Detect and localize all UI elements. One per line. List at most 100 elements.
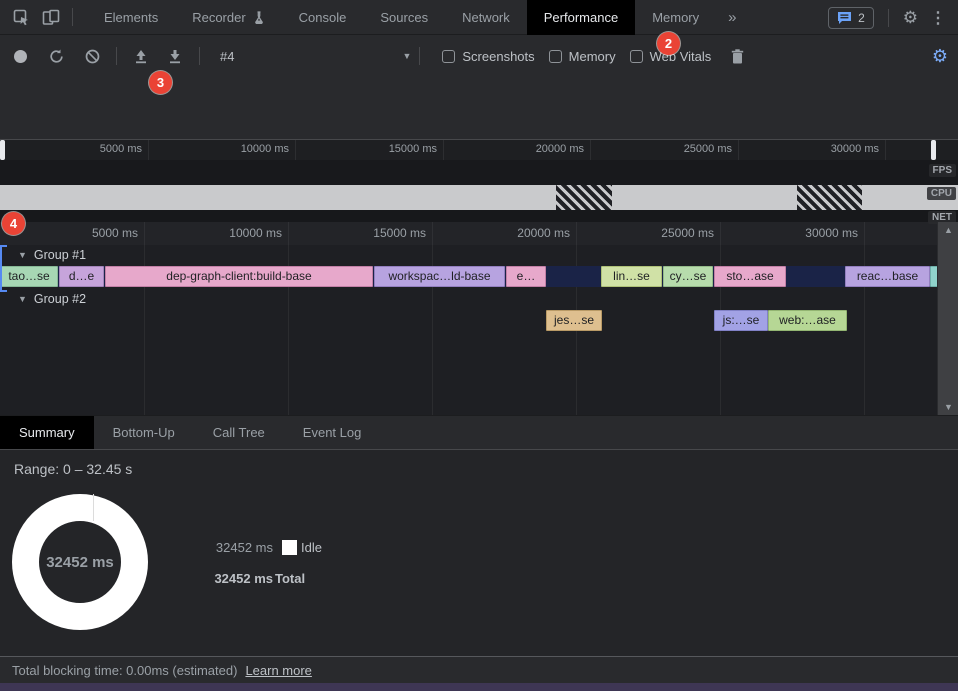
block-icon xyxy=(85,49,100,64)
checkbox-icon xyxy=(549,50,562,63)
details-tabbar: Summary Bottom-Up Call Tree Event Log xyxy=(0,415,958,450)
devtools-tab[interactable]: Network xyxy=(445,0,527,35)
inspect-cursor-icon[interactable] xyxy=(6,4,36,30)
group-1-header[interactable]: ▼ Group #1 xyxy=(18,248,86,262)
vertical-scrollbar[interactable]: ▲ ▼ xyxy=(937,222,958,415)
flame-event[interactable]: jes…se xyxy=(546,310,602,331)
issues-counter[interactable]: 2 xyxy=(828,7,874,29)
tab-strip: Elements Recorder Console Sources xyxy=(87,0,748,35)
devtools-tab[interactable]: » xyxy=(716,0,748,35)
kebab-menu-icon[interactable]: ⋮ xyxy=(926,8,950,28)
devtools-tab[interactable]: Console xyxy=(282,0,364,35)
legend-row: 32452 ms Idle xyxy=(207,538,322,556)
save-profile-button[interactable] xyxy=(161,43,189,69)
window-left-handle[interactable] xyxy=(0,140,5,160)
device-toolbar-icon[interactable] xyxy=(36,4,66,30)
flame-event[interactable]: tao…se xyxy=(0,266,58,287)
learn-more-link[interactable]: Learn more xyxy=(245,663,311,678)
history-dropdown[interactable]: #4 ▼ xyxy=(210,49,411,64)
timeline-overview[interactable]: 5000 ms 10000 ms 15000 ms 20000 ms xyxy=(0,140,958,222)
event-label: e… xyxy=(517,269,536,283)
load-profile-button[interactable] xyxy=(127,43,155,69)
group-2-header[interactable]: ▼ Group #2 xyxy=(18,292,86,306)
event-label: tao…se xyxy=(8,269,49,283)
flame-event[interactable]: js:…se xyxy=(714,310,768,331)
range-label: Range: 0 – 32.45 s xyxy=(14,461,132,477)
tick-label: 25000 ms xyxy=(684,143,738,155)
hatched-region xyxy=(556,185,612,210)
checkbox-label: Memory xyxy=(569,49,616,64)
details-tab[interactable]: Bottom-Up xyxy=(94,416,194,449)
tick-label: 20000 ms xyxy=(536,143,590,155)
tabbar-right-cluster: 2 ⚙ ⋮ xyxy=(828,0,950,35)
scroll-up-icon[interactable]: ▲ xyxy=(938,225,958,235)
event-label: workspac…ld-base xyxy=(388,269,490,283)
checkbox-icon xyxy=(630,50,643,63)
issues-count: 2 xyxy=(858,11,865,25)
total-blocking-time-text: Total blocking time: 0.00ms (estimated) xyxy=(12,663,237,678)
window-right-handle[interactable] xyxy=(931,140,936,160)
flame-event[interactable]: web:…ase xyxy=(768,310,847,331)
devtools-tab[interactable]: Recorder xyxy=(175,0,281,35)
tab-label: Elements xyxy=(104,10,158,25)
fps-lane-label: FPS xyxy=(929,164,956,177)
speech-bubble-icon xyxy=(837,11,852,24)
cpu-activity-band xyxy=(0,185,958,210)
details-tab[interactable]: Event Log xyxy=(284,416,381,449)
tab-label: Console xyxy=(299,10,347,25)
tick-label: 10000 ms xyxy=(229,226,288,240)
event-label: sto…ase xyxy=(726,269,773,283)
devtools-tab[interactable]: Memory xyxy=(635,0,716,35)
fps-lane xyxy=(0,160,958,185)
triangle-down-icon: ▼ xyxy=(18,250,27,260)
tick-label: 5000 ms xyxy=(100,143,148,155)
status-footer: Total blocking time: 0.00ms (estimated) … xyxy=(0,656,958,683)
performance-toolbar: #4 ▼ Screenshots Memory Web Vitals xyxy=(0,36,958,76)
chevron-down-icon: ▼ xyxy=(402,51,411,61)
devtools-tab[interactable]: Sources xyxy=(363,0,445,35)
flame-chart[interactable]: 5000 ms 10000 ms 15000 ms 20000 ms xyxy=(0,222,958,415)
details-tab[interactable]: Call Tree xyxy=(194,416,284,449)
flask-icon xyxy=(253,11,265,24)
page-background-strip xyxy=(0,683,958,691)
details-tab[interactable]: Summary xyxy=(0,416,94,449)
toolbar-checkbox[interactable]: Memory xyxy=(549,49,616,64)
trash-icon xyxy=(731,49,744,64)
tab-label: Performance xyxy=(544,10,618,25)
record-button[interactable] xyxy=(6,43,34,69)
clear-button[interactable] xyxy=(78,43,106,69)
net-lane xyxy=(0,210,958,222)
tab-label: Call Tree xyxy=(213,425,265,440)
flame-event[interactable]: dep-graph-client:build-base xyxy=(105,266,373,287)
event-label: lin…se xyxy=(613,269,650,283)
flame-event[interactable]: e… xyxy=(506,266,546,287)
event-label: cy…se xyxy=(670,269,707,283)
donut-total-label: 32452 ms xyxy=(12,494,148,630)
flame-event[interactable]: sto…ase xyxy=(714,266,786,287)
legend-value: 32452 ms xyxy=(207,571,273,586)
delete-recording-button[interactable] xyxy=(723,43,751,69)
flame-event[interactable]: reac…base xyxy=(845,266,930,287)
group-1-label: Group #1 xyxy=(34,248,86,262)
flame-event[interactable]: d…e xyxy=(59,266,104,287)
gear-blue-icon[interactable]: ⚙ xyxy=(932,47,948,65)
devtools-tab[interactable]: Elements xyxy=(87,0,175,35)
summary-pane: Range: 0 – 32.45 s 32452 ms 32452 ms Idl… xyxy=(0,450,958,656)
cpu-lane-label: CPU xyxy=(927,187,956,200)
tab-label: » xyxy=(728,9,736,26)
flame-event[interactable]: workspac…ld-base xyxy=(374,266,505,287)
event-label: web:…ase xyxy=(779,313,836,327)
devtools-tab[interactable]: Performance xyxy=(527,0,635,35)
tick-label: 5000 ms xyxy=(92,226,144,240)
scroll-down-icon[interactable]: ▼ xyxy=(938,402,958,412)
toolbar-checkbox[interactable]: Screenshots xyxy=(442,49,534,64)
event-label: js:…se xyxy=(723,313,760,327)
tab-label: Summary xyxy=(19,425,75,440)
flame-event[interactable]: lin…se xyxy=(601,266,662,287)
selected-group-bracket xyxy=(0,245,7,292)
flame-event[interactable]: cy…se xyxy=(663,266,713,287)
reload-and-record-button[interactable] xyxy=(42,43,70,69)
gear-icon[interactable]: ⚙ xyxy=(903,9,918,26)
tutorial-step-badge: 2 xyxy=(657,32,680,55)
checkbox-icon xyxy=(442,50,455,63)
